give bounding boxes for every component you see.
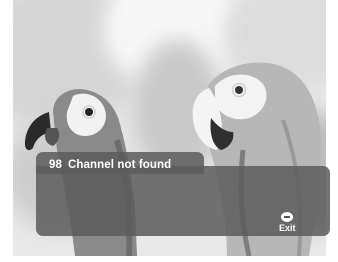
exit-button-icon[interactable] [281,212,293,222]
channel-number: 98 [49,159,62,171]
channel-message: 98 Channel not found [49,159,171,171]
channel-status-text: Channel not found [68,159,172,171]
exit-button-label[interactable]: Exit [279,223,296,233]
